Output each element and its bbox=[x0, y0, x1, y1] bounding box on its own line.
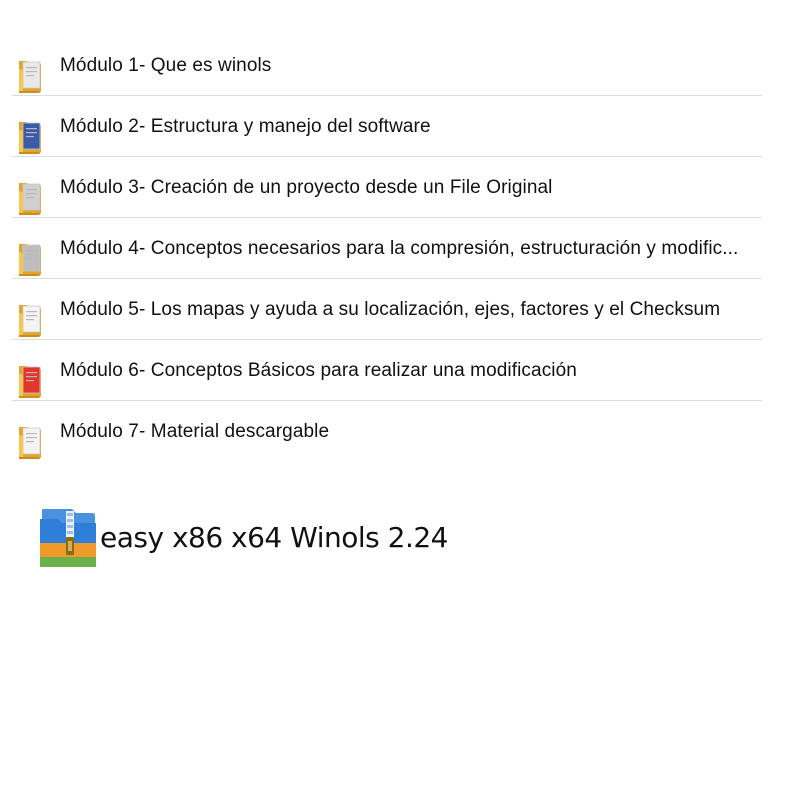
folder-label: Módulo 6- Conceptos Básicos para realiza… bbox=[60, 360, 577, 381]
folder-icon bbox=[17, 179, 45, 215]
folder-item-1[interactable]: Módulo 1- Que es winols bbox=[12, 35, 762, 96]
folder-item-3[interactable]: Módulo 3- Creación de un proyecto desde … bbox=[12, 157, 762, 218]
archive-label: easy x86 x64 Winols 2.24 bbox=[100, 521, 448, 554]
folder-label: Módulo 7- Material descargable bbox=[60, 421, 330, 442]
folder-icon bbox=[17, 240, 45, 276]
folder-item-7[interactable]: Módulo 7- Material descargable bbox=[12, 401, 762, 462]
folder-item-2[interactable]: Módulo 2- Estructura y manejo del softwa… bbox=[12, 96, 762, 157]
folder-item-6[interactable]: Módulo 6- Conceptos Básicos para realiza… bbox=[12, 340, 762, 401]
folder-item-4[interactable]: Módulo 4- Conceptos necesarios para la c… bbox=[12, 218, 762, 279]
folder-item-5[interactable]: Módulo 5- Los mapas y ayuda a su localiz… bbox=[12, 279, 762, 340]
folder-icon bbox=[17, 362, 45, 398]
folder-label: Módulo 5- Los mapas y ayuda a su localiz… bbox=[60, 299, 721, 320]
folder-label: Módulo 1- Que es winols bbox=[60, 55, 272, 76]
folder-label: Módulo 4- Conceptos necesarios para la c… bbox=[60, 238, 739, 259]
folder-icon bbox=[17, 301, 45, 337]
archive-item[interactable]: easy x86 x64 Winols 2.24 bbox=[38, 507, 458, 571]
folder-icon bbox=[17, 423, 45, 459]
folder-label: Módulo 3- Creación de un proyecto desde … bbox=[60, 177, 553, 198]
file-list: Módulo 1- Que es winols Módulo 2- Estruct… bbox=[12, 35, 762, 462]
folder-icon bbox=[17, 118, 45, 154]
folder-label: Módulo 2- Estructura y manejo del softwa… bbox=[60, 116, 431, 137]
archive-icon bbox=[38, 507, 98, 569]
folder-icon bbox=[17, 57, 45, 93]
